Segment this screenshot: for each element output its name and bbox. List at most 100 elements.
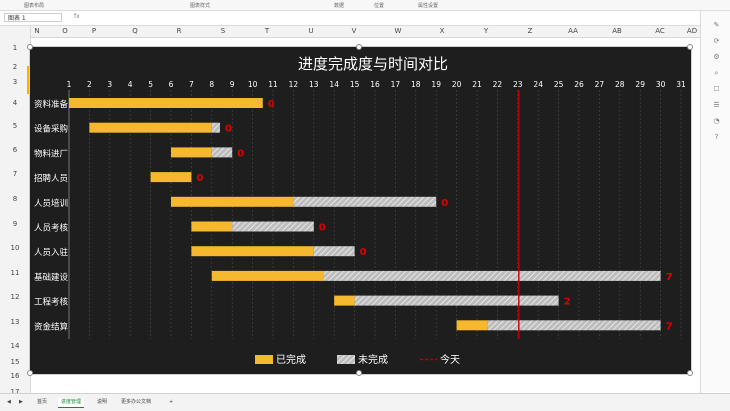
column-header-ab[interactable]: AB [607,26,627,37]
row-header-13[interactable]: 13 [0,318,30,326]
name-box[interactable]: 图表 1 [4,13,62,22]
sidebar-tool-icon[interactable]: ⌕ [712,69,721,78]
column-header-q[interactable]: Q [125,26,145,37]
data-label: 0 [237,148,244,159]
column-header-y[interactable]: Y [476,26,496,37]
ribbon-group-layout[interactable]: 图表布局 [24,2,44,9]
column-header-o[interactable]: O [55,26,75,37]
sidebar-tool-icon[interactable]: ⟳ [712,37,721,46]
column-header-r[interactable]: R [169,26,189,37]
completed-bar [171,196,294,207]
chart-resize-handle[interactable] [356,370,362,376]
remaining-bar [487,320,661,331]
fx-label[interactable]: fx [74,13,80,20]
column-header-x[interactable]: X [432,26,452,37]
x-tick-label: 4 [128,80,133,89]
row-header-12[interactable]: 12 [0,293,30,301]
sheet-tab-2[interactable]: 说明 [94,398,110,407]
legend-today-label: 今天 [440,353,460,366]
sidebar-tool-icon[interactable]: ◔ [712,117,721,126]
data-label: 0 [268,99,275,110]
data-label: 0 [196,173,203,184]
add-sheet-icon[interactable]: + [166,398,176,407]
legend-completed-swatch [255,355,273,364]
column-header-u[interactable]: U [301,26,321,37]
category-label: 物料进厂 [34,148,68,159]
row-header-4[interactable]: 4 [0,99,30,107]
sidebar-tool-icon[interactable]: ✎ [712,21,721,30]
column-header-s[interactable]: S [213,26,233,37]
sheet-nav-icon[interactable]: ▶ [16,398,26,407]
row-header-8[interactable]: 8 [0,195,30,203]
completed-bar [150,172,192,183]
x-tick-label: 5 [148,80,153,89]
category-label: 资料准备 [34,99,69,110]
column-header-bar: N O P Q R S T U V W X Y Z AA AB AC AD [0,26,700,38]
completed-bar [89,122,212,133]
chart-resize-handle[interactable] [27,44,33,50]
x-tick-label: 1 [67,80,72,89]
x-tick-label: 31 [676,80,686,89]
row-header-1[interactable]: 1 [0,44,30,52]
formula-bar: 图表 1 fx [0,11,730,26]
ribbon-group-style[interactable]: 图表样式 [190,2,210,9]
row-header-10[interactable]: 10 [0,244,30,252]
chart-resize-handle[interactable] [356,44,362,50]
row-header-16[interactable]: 16 [0,372,30,380]
chart-resize-handle[interactable] [687,44,693,50]
sheet-tab-0[interactable]: 首页 [34,398,50,407]
row-header-6[interactable]: 6 [0,146,30,154]
x-tick-label: 8 [209,80,214,89]
ribbon-group-position[interactable]: 位置 [374,2,384,9]
sidebar-tool-icon[interactable]: ? [712,133,721,142]
column-header-t[interactable]: T [257,26,277,37]
category-label: 设备采购 [34,124,68,135]
sheet-tab-3[interactable]: 更多办公文档 [118,398,154,407]
row-header-2[interactable]: 2 [0,63,30,71]
sheet-nav-icon[interactable]: ◀ [4,398,14,407]
chart-resize-handle[interactable] [27,370,33,376]
x-tick-label: 7 [189,80,194,89]
category-label: 人员考核 [34,223,69,234]
row-header-7[interactable]: 7 [0,170,30,178]
column-header-w[interactable]: W [388,26,408,37]
completed-bar [334,295,355,306]
remaining-bar [313,246,355,257]
chart-resize-handle[interactable] [687,370,693,376]
column-header-n[interactable]: N [27,26,47,37]
column-header-ad[interactable]: AD [682,26,702,37]
column-header-p[interactable]: P [84,26,104,37]
column-header-aa[interactable]: AA [563,26,583,37]
row-header-5[interactable]: 5 [0,122,30,130]
x-tick-label: 21 [472,80,482,89]
sidebar-tool-icon[interactable]: ☐ [712,85,721,94]
x-tick-label: 15 [350,80,360,89]
sidebar-tool-icon[interactable]: ⚙ [712,53,721,62]
category-label: 人员培训 [34,198,68,209]
data-label: 0 [360,247,367,258]
column-header-v[interactable]: V [344,26,364,37]
column-header-ac[interactable]: AC [650,26,670,37]
x-tick-label: 28 [615,80,625,89]
row-header-3[interactable]: 3 [0,78,30,86]
data-label: 0 [225,124,232,135]
sheet-tab-1[interactable]: 进度管理 [58,398,85,408]
x-tick-label: 12 [289,80,299,89]
row-header-9[interactable]: 9 [0,220,30,228]
gantt-chart[interactable]: 进度完成度与时间对比 1 2 3 4 5 6 7 8 9 10 11 12 13 14 15 16 17 18 19… [29,46,692,375]
ribbon-group-properties[interactable]: 属性设置 [418,2,438,9]
ribbon-group-data[interactable]: 数据 [334,2,344,9]
remaining-bar [232,221,314,232]
row-header-11[interactable]: 11 [0,269,30,277]
column-header-z[interactable]: Z [520,26,540,37]
legend-remaining-label: 未完成 [358,353,388,366]
row-header-14[interactable]: 14 [0,342,30,350]
x-tick-label: 2 [87,80,92,89]
sidebar-tool-icon[interactable]: ☰ [712,101,721,110]
chart-title: 进度完成度与时间对比 [298,55,448,73]
row-header-15[interactable]: 15 [0,358,30,366]
data-label: 7 [666,272,673,283]
x-tick-label: 14 [329,80,339,89]
x-tick-label: 24 [533,80,543,89]
remaining-bar [354,295,559,306]
